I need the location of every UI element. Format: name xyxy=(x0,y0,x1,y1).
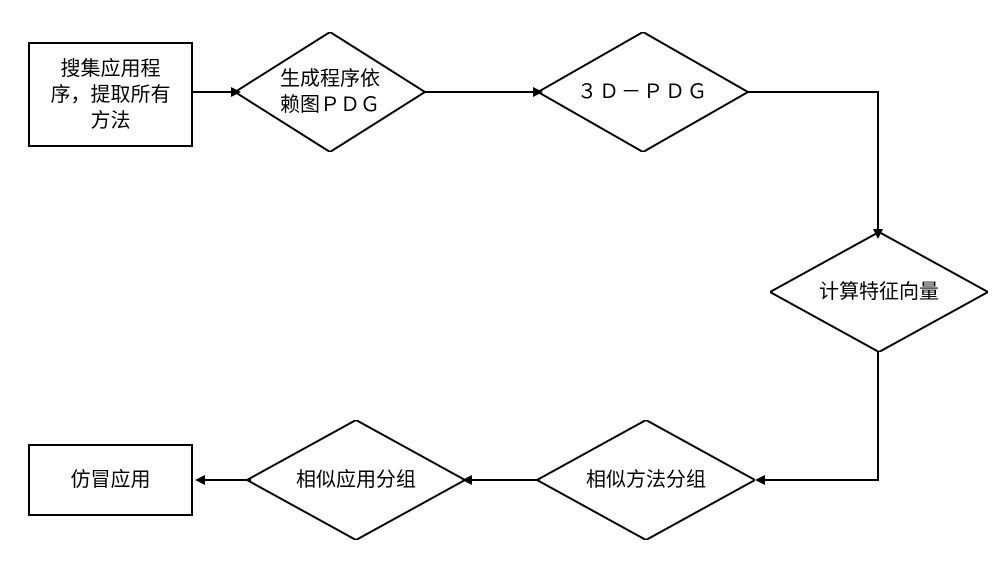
node-feature: 计算特征向量 xyxy=(770,232,988,352)
arrow-pdg-3dpdg xyxy=(425,84,545,104)
node-app-group-label: 相似应用分组 xyxy=(280,467,432,493)
node-pdg3d-label: ３Ｄ－ＰＤＧ xyxy=(561,79,725,105)
arrow-start-pdg xyxy=(193,84,243,104)
arrow-app-end xyxy=(193,472,253,492)
node-feature-label: 计算特征向量 xyxy=(803,279,955,305)
node-pdg-label: 生成程序依 赖图ＰＤＧ xyxy=(264,66,396,118)
arrow-feature-method xyxy=(750,352,895,492)
arrow-method-app xyxy=(460,472,542,492)
node-method-group-label: 相似方法分组 xyxy=(570,467,722,493)
node-start-label: 搜集应用程 序，提取所有 方法 xyxy=(51,56,171,134)
node-pdg: 生成程序依 赖图ＰＤＧ xyxy=(235,32,425,152)
arrow-3dpdg-feature xyxy=(748,84,893,244)
node-start: 搜集应用程 序，提取所有 方法 xyxy=(28,42,193,147)
node-pdg3d: ３Ｄ－ＰＤＧ xyxy=(538,32,748,152)
node-app-group: 相似应用分组 xyxy=(247,420,465,540)
node-end-label: 仿冒应用 xyxy=(71,467,151,493)
node-end: 仿冒应用 xyxy=(28,444,193,516)
node-method-group: 相似方法分组 xyxy=(537,420,755,540)
flowchart-diagram: 搜集应用程 序，提取所有 方法 生成程序依 赖图ＰＤＧ ３Ｄ－ＰＤＧ 计算特征向… xyxy=(0,0,1000,569)
